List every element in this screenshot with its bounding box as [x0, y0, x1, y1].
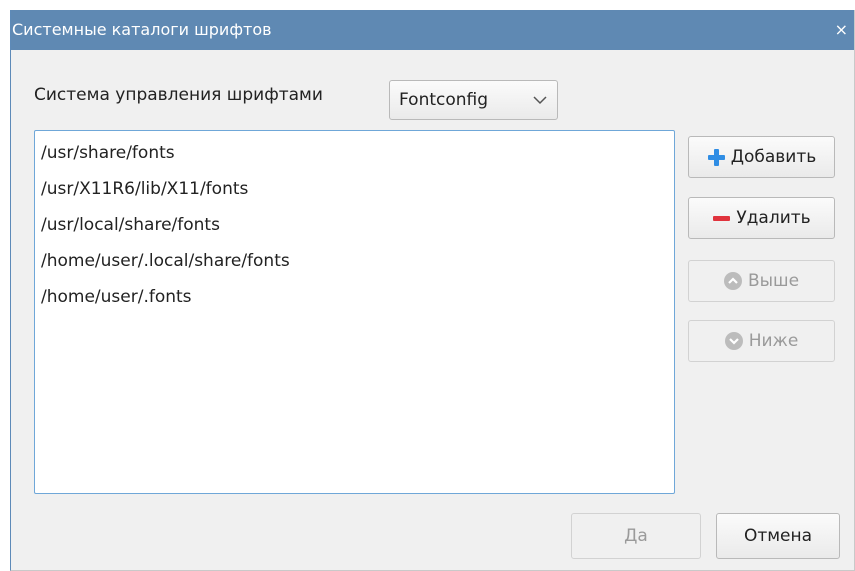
chevron-down-circle-icon	[724, 332, 743, 350]
move-up-label: Выше	[747, 271, 800, 291]
title-bar[interactable]: Системные каталоги шрифтов ×	[11, 10, 854, 50]
ok-button[interactable]: Да	[571, 513, 701, 559]
cancel-button[interactable]: Отмена	[716, 513, 840, 559]
ok-button-label: Да	[624, 526, 648, 546]
add-button-label: Добавить	[730, 147, 817, 167]
cancel-button-label: Отмена	[743, 526, 813, 546]
list-item[interactable]: /home/user/.local/share/fonts	[35, 249, 674, 285]
fonts-dialog: Системные каталоги шрифтов × Система упр…	[10, 10, 855, 571]
directory-list[interactable]: /usr/share/fonts /usr/X11R6/lib/X11/font…	[34, 130, 675, 494]
list-item[interactable]: /usr/local/share/fonts	[35, 213, 674, 249]
list-item[interactable]: /usr/X11R6/lib/X11/fonts	[35, 177, 674, 213]
move-up-button[interactable]: Выше	[688, 260, 835, 302]
font-management-label: Система управления шрифтами	[34, 85, 323, 105]
list-item[interactable]: /home/user/.fonts	[35, 285, 674, 321]
remove-button[interactable]: Удалить	[688, 197, 835, 239]
chevron-up-circle-icon	[723, 272, 742, 290]
move-down-label: Ниже	[748, 331, 799, 351]
dialog-title: Системные каталоги шрифтов	[12, 20, 272, 39]
font-management-value: Fontconfig	[399, 90, 489, 110]
chevron-down-icon	[533, 96, 547, 105]
plus-icon	[707, 148, 725, 166]
close-icon[interactable]: ×	[835, 10, 848, 50]
remove-button-label: Удалить	[736, 208, 811, 228]
add-button[interactable]: Добавить	[688, 136, 835, 178]
font-management-select[interactable]: Fontconfig	[389, 80, 558, 120]
list-item[interactable]: /usr/share/fonts	[35, 141, 674, 177]
minus-icon	[712, 209, 731, 227]
move-down-button[interactable]: Ниже	[688, 320, 835, 362]
